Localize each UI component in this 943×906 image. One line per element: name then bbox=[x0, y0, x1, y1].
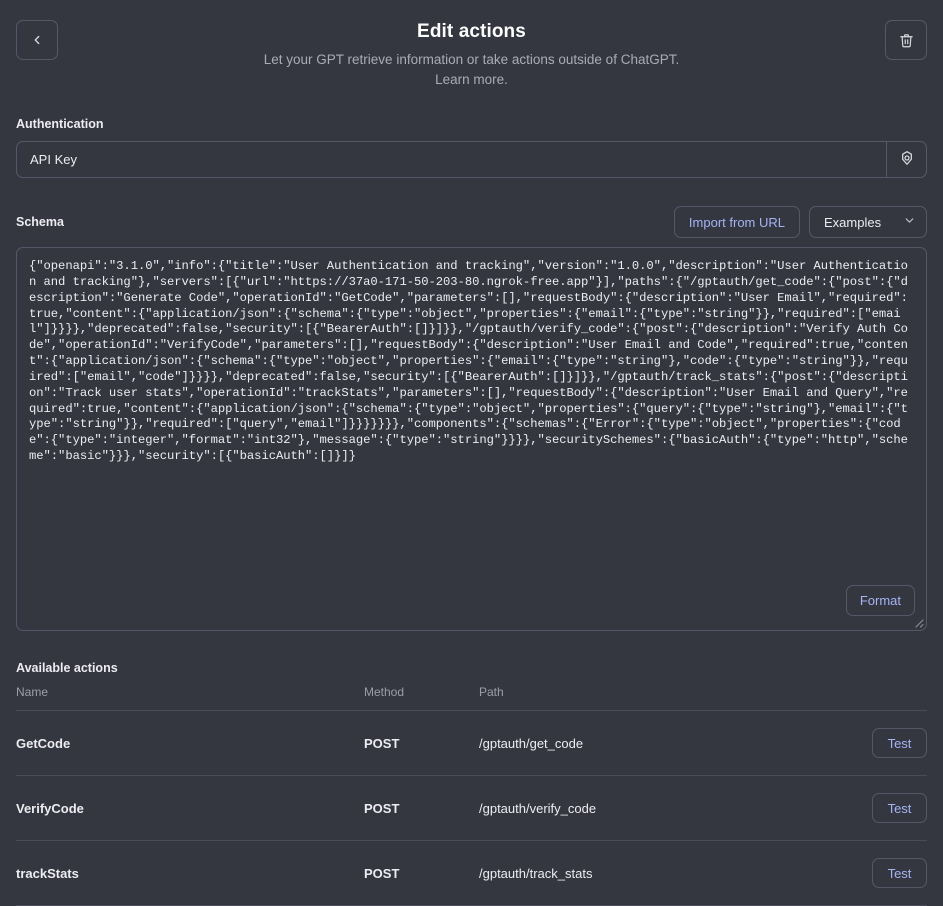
action-path: /gptauth/track_stats bbox=[479, 840, 839, 906]
learn-more-link[interactable]: Learn more. bbox=[435, 72, 508, 87]
authentication-section: Authentication API Key bbox=[16, 116, 927, 178]
column-header-path: Path bbox=[479, 685, 839, 711]
chevron-down-icon bbox=[903, 214, 916, 230]
table-row: GetCode POST /gptauth/get_code Test bbox=[16, 710, 927, 776]
page-title: Edit actions bbox=[417, 21, 526, 42]
action-test-cell: Test bbox=[839, 775, 927, 841]
action-test-cell: Test bbox=[839, 710, 927, 776]
action-path: /gptauth/verify_code bbox=[479, 775, 839, 841]
column-header-name: Name bbox=[16, 685, 364, 711]
trash-icon bbox=[899, 33, 914, 48]
table-body: GetCode POST /gptauth/get_code Test Veri… bbox=[16, 710, 927, 906]
schema-section: Schema Import from URL Examples {"openap… bbox=[16, 206, 927, 631]
page-subtitle: Let your GPT retrieve information or tak… bbox=[16, 50, 927, 90]
authentication-label: Authentication bbox=[16, 117, 104, 131]
table-row: trackStats POST /gptauth/track_stats Tes… bbox=[16, 840, 927, 906]
action-method: POST bbox=[364, 775, 479, 841]
test-button[interactable]: Test bbox=[872, 793, 927, 823]
authentication-field[interactable]: API Key bbox=[16, 141, 927, 178]
delete-action-button[interactable] bbox=[885, 20, 927, 60]
gear-icon bbox=[899, 150, 915, 169]
test-button[interactable]: Test bbox=[872, 858, 927, 888]
schema-label: Schema bbox=[16, 215, 64, 229]
action-name: VerifyCode bbox=[16, 775, 364, 841]
available-actions-label: Available actions bbox=[16, 661, 118, 675]
examples-select[interactable]: Examples bbox=[809, 206, 927, 238]
action-method: POST bbox=[364, 840, 479, 906]
table-header-row: Name Method Path bbox=[16, 685, 927, 711]
available-actions-table: Name Method Path GetCode POST /gptauth/g… bbox=[16, 685, 927, 906]
examples-select-value: Examples bbox=[824, 214, 882, 230]
authentication-settings-button[interactable] bbox=[886, 142, 926, 177]
import-from-url-button[interactable]: Import from URL bbox=[673, 206, 800, 238]
table-row: VerifyCode POST /gptauth/verify_code Tes… bbox=[16, 775, 927, 841]
table-header: Name Method Path bbox=[16, 685, 927, 711]
schema-content[interactable]: {"openapi":"3.1.0","info":{"title":"User… bbox=[17, 248, 926, 476]
action-name: trackStats bbox=[16, 840, 364, 906]
schema-editor[interactable]: {"openapi":"3.1.0","info":{"title":"User… bbox=[16, 247, 927, 631]
column-header-action bbox=[839, 685, 927, 711]
action-test-cell: Test bbox=[839, 840, 927, 906]
test-button[interactable]: Test bbox=[872, 728, 927, 758]
available-actions-section: Available actions Name Method Path GetCo… bbox=[16, 660, 927, 906]
authentication-value: API Key bbox=[30, 152, 77, 167]
action-name: GetCode bbox=[16, 710, 364, 776]
edit-actions-page: Edit actions Let your GPT retrieve infor… bbox=[0, 0, 943, 906]
action-path: /gptauth/get_code bbox=[479, 710, 839, 776]
back-button[interactable] bbox=[16, 20, 58, 60]
action-method: POST bbox=[364, 710, 479, 776]
chevron-left-icon bbox=[30, 33, 44, 47]
page-header: Edit actions Let your GPT retrieve infor… bbox=[16, 0, 927, 105]
format-button[interactable]: Format bbox=[845, 585, 915, 616]
column-header-method: Method bbox=[364, 685, 479, 711]
page-subtitle-text: Let your GPT retrieve information or tak… bbox=[263, 52, 680, 67]
schema-header-row: Schema Import from URL Examples bbox=[16, 206, 927, 238]
schema-actions: Import from URL Examples bbox=[673, 206, 927, 238]
resize-handle[interactable] bbox=[911, 615, 925, 629]
